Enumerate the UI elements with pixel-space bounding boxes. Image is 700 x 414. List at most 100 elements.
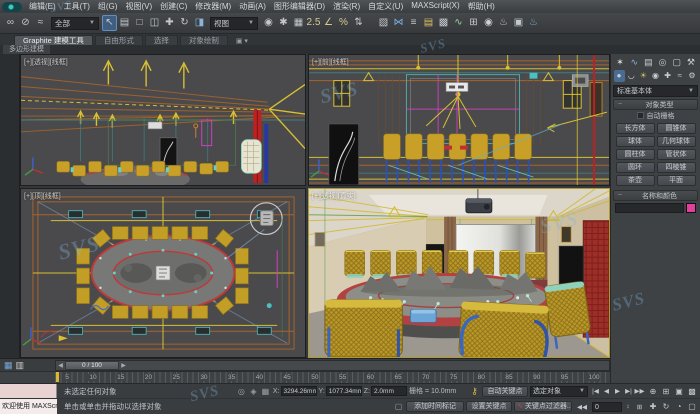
rectangular-selection-icon[interactable]: □ [132,15,147,31]
name-color-rollout[interactable]: − 名称和颜色 [613,190,698,201]
menu-item[interactable]: 自定义(U) [364,1,407,12]
select-by-name-icon[interactable]: ▤ [117,15,132,31]
menu-item[interactable]: 工具(T) [60,1,94,12]
key-filters-button[interactable]: ∿ 关键点过滤器... [514,401,572,412]
maximize-viewport-icon[interactable]: ▢ [686,402,698,411]
select-and-move-icon[interactable]: ✚ [162,15,177,31]
viewport-label[interactable]: [+][顶][线框] [24,191,61,201]
window-crossing-icon[interactable]: ◫ [147,15,162,31]
select-and-rotate-icon[interactable]: ↻ [177,15,192,31]
y-coordinate-field[interactable]: 1077.34mm [326,386,362,396]
viewport-top-left[interactable]: [+][透视][线框] [20,54,306,186]
create-tab-icon[interactable]: ✶ [615,57,626,68]
object-name-input[interactable] [615,203,684,213]
go-to-start-icon[interactable]: |◀ [590,387,601,395]
viewport-bottom-left[interactable]: [+][顶][线框] [20,188,306,358]
helpers-category-icon[interactable]: ✚ [662,70,673,82]
material-editor-icon[interactable]: ◉ [481,15,496,31]
menu-item[interactable]: 创建(C) [156,1,191,12]
primitive-type-dropdown[interactable]: 标准基本体 ▼ [613,85,698,97]
selection-filter-dropdown[interactable]: 全部 ▼ [51,17,99,30]
maxscript-mini-listener-pink[interactable] [0,384,57,398]
angle-snap-icon[interactable]: ∠ [321,15,336,31]
viewport-top-right[interactable]: [+][前][线框] [308,54,610,186]
menu-item[interactable]: 动画(A) [235,1,270,12]
percent-snap-icon[interactable]: % [336,15,351,31]
systems-category-icon[interactable]: ⚙ [686,70,697,82]
space-warps-category-icon[interactable]: ≈ [674,70,685,82]
menu-item[interactable]: 视图(V) [121,1,156,12]
maxscript-mini-listener-white[interactable]: 欢迎使用 MAXScr [0,399,57,414]
spinner-snap-icon[interactable]: ⇅ [351,15,366,31]
ribbon-tab[interactable]: Graphite 建模工具 [14,35,93,45]
named-selection-sets-icon[interactable]: ▧ [376,15,391,31]
select-object-icon[interactable]: ↖ [102,15,117,31]
menu-item[interactable]: 图形编辑器(D) [270,1,329,12]
previous-frame-icon[interactable]: ◀ [601,387,612,395]
play-animation-icon[interactable]: ▶ [612,387,623,395]
select-and-link-icon[interactable]: ∞ [3,15,18,31]
primitive-button[interactable]: 圆环 [616,162,655,173]
primitive-button[interactable]: 长方体 [616,123,655,134]
next-frame-icon[interactable]: ▶| [623,387,634,395]
graphite-toggle-icon[interactable]: ▩ [436,15,451,31]
primitive-button[interactable]: 管状体 [657,149,696,160]
unlink-selection-icon[interactable]: ⊘ [18,15,33,31]
isolate-selection-icon[interactable]: ◎ [236,387,247,396]
x-coordinate-field[interactable]: 3294.26mm [281,386,317,396]
schematic-view-icon[interactable]: ⊞ [466,15,481,31]
primitive-button[interactable]: 几何球体 [657,136,696,147]
absolute-offset-icon[interactable]: ▦ [260,387,271,396]
use-pivot-center-icon[interactable]: ◉ [261,15,276,31]
geometry-category-icon[interactable]: ● [614,70,625,82]
curve-editor-icon[interactable]: ∿ [451,15,466,31]
utilities-tab-icon[interactable]: ⚒ [685,57,696,68]
time-slider-handle[interactable]: 0 / 100 [65,361,119,370]
primitive-button[interactable]: 四棱锥 [657,162,696,173]
zoom-region-icon[interactable]: ▩ [686,387,698,396]
current-time-marker[interactable] [56,372,59,382]
cameras-category-icon[interactable]: ◉ [650,70,661,82]
menu-item[interactable]: 渲染(R) [329,1,364,12]
z-coordinate-field[interactable]: 2.0mm [371,386,407,396]
display-tab-icon[interactable]: ▢ [671,57,682,68]
mirror-icon[interactable]: ⋈ [391,15,406,31]
ribbon-tab[interactable]: 自由形式 [95,35,143,45]
polygon-modeling-panel[interactable]: 多边形建模 [3,45,50,54]
go-to-end-icon[interactable]: ▶▶ [634,387,645,395]
align-icon[interactable]: ≡ [406,15,421,31]
selection-mode-dropdown[interactable]: 选定对象 ▼ [530,386,588,397]
snap-toggle-icon[interactable]: 2.5 [306,15,321,31]
viewport-label[interactable]: [+][前][线框] [312,57,349,67]
time-slider-track[interactable]: ◀ 0 / 100 ▶ [55,360,610,371]
time-configuration-icon[interactable]: ⊞ [634,403,645,411]
app-logo-icon[interactable] [2,2,22,12]
track-bar-ruler[interactable]: 5101520253035404550556065707580859095100 [55,372,610,383]
select-and-manipulate-icon[interactable]: ✱ [276,15,291,31]
shapes-category-icon[interactable]: ◡ [626,70,637,82]
primitive-button[interactable]: 茶壶 [616,175,655,186]
primitive-button[interactable]: 平面 [657,175,696,186]
menu-item[interactable]: MAXScript(X) [407,1,463,12]
add-time-tag-button[interactable]: 添加时间标记 [406,401,464,412]
layer-manager-icon[interactable]: ▤ [421,15,436,31]
viewport-layout-tabs-icon[interactable]: ▦ [4,360,13,371]
object-type-rollout[interactable]: − 对象类型 [613,99,698,110]
key-mode-toggle-icon[interactable]: ◀◀ [574,403,590,411]
frame-spinner[interactable]: ↕ [624,403,632,410]
keyboard-override-icon[interactable]: ▦ [291,15,306,31]
selection-lock-icon[interactable]: ◈ [248,387,259,396]
hierarchy-tab-icon[interactable]: ▤ [643,57,654,68]
menu-item[interactable]: 组(G) [94,1,122,12]
viewport-label[interactable]: [+][透视][真实] [312,191,356,201]
object-color-swatch[interactable] [686,203,696,213]
lights-category-icon[interactable]: ☀ [638,70,649,82]
motion-tab-icon[interactable]: ◎ [657,57,668,68]
track-bar[interactable]: 5101520253035404550556065707580859095100 [0,371,610,383]
ribbon-tab[interactable]: 选择 [145,35,178,45]
viewport-bottom-right[interactable]: [+][透视][真实] [308,188,610,358]
select-and-scale-icon[interactable]: ◨ [192,15,207,31]
next-frame-arrow-icon[interactable]: ▶ [119,362,128,369]
zoom-extents-icon[interactable]: ▣ [673,387,685,396]
render-setup-icon[interactable]: ♨ [496,15,511,31]
